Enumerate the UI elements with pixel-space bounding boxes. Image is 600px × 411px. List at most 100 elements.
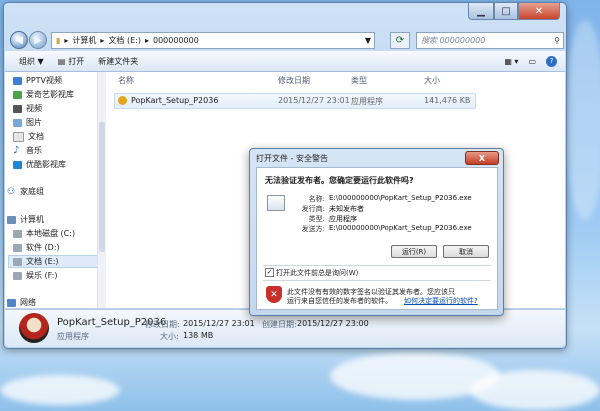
sidebar-item-label: 娱乐 (F:) — [26, 271, 58, 280]
sidebar-scrollbar[interactable] — [97, 72, 106, 308]
cancel-button[interactable]: 取消 — [443, 245, 489, 258]
sidebar-item-label: 音乐 — [26, 146, 42, 155]
maximize-button[interactable]: □ — [494, 3, 518, 20]
sidebar-item-drive-c[interactable]: 本地磁盘 (C:) — [13, 228, 75, 239]
open-icon: ▤ — [57, 56, 66, 66]
sidebar-item-label: 本地磁盘 (C:) — [26, 229, 76, 238]
cloud — [565, 20, 600, 220]
help-icon[interactable]: ? — [546, 55, 557, 67]
sidebar-item-youku[interactable]: 优酷影视库 — [13, 159, 66, 170]
folder-icon: ▮ — [56, 36, 61, 45]
navigation-pane: PPTV视频 爱奇艺影视库 视频 图片 文档 ♪ 音乐 优酷影视库 ⚇ 家庭组 … — [5, 72, 106, 308]
cloud — [470, 370, 600, 410]
file-size: 141,476 KB — [424, 96, 471, 105]
sidebar-item-videos[interactable]: 视频 — [13, 103, 42, 114]
sidebar-item-pptv[interactable]: PPTV视频 — [13, 75, 62, 86]
sidebar-item-label: 计算机 — [20, 215, 44, 224]
dialog-title: 打开文件 - 安全警告 — [256, 154, 328, 163]
sidebar-item-label: 家庭组 — [20, 187, 44, 196]
column-header-type[interactable]: 类型 — [351, 75, 367, 86]
sidebar-item-pictures[interactable]: 图片 — [13, 117, 42, 128]
sidebar-item-drive-d[interactable]: 软件 (D:) — [13, 242, 60, 253]
sidebar-item-drive-e[interactable]: 文档 (E:) — [8, 255, 100, 268]
video-library-icon — [13, 90, 22, 99]
sidebar-item-drive-f[interactable]: 娱乐 (F:) — [13, 270, 57, 281]
details-created: 2015/12/27 23:00 — [297, 319, 369, 328]
file-row[interactable]: PopKart_Setup_P2036 2015/12/27 23:01 应用程… — [114, 93, 476, 109]
breadcrumb-separator: ▸ — [100, 36, 105, 45]
breadcrumb-drive-e[interactable]: 文档 (E:) — [108, 35, 141, 46]
sidebar-item-documents[interactable]: 文档 — [13, 131, 44, 142]
sidebar-item-homegroup[interactable]: ⚇ 家庭组 — [7, 186, 44, 197]
sidebar-item-computer[interactable]: 计算机 — [7, 214, 44, 225]
details-size-label: 大小: — [160, 332, 179, 341]
dialog-body: 无法验证发布者。您确定要运行此软件吗? 名称: E:\000000000\Pop… — [256, 167, 498, 310]
always-ask-checkbox[interactable]: ✓ — [265, 268, 274, 277]
sidebar-item-label: 图片 — [26, 118, 42, 127]
forward-button[interactable]: ▶ — [29, 31, 47, 49]
warning-help-link[interactable]: 如何决定要运行的软件? — [404, 296, 478, 306]
video-icon — [13, 104, 22, 113]
name-label: 名称: — [308, 195, 325, 203]
breadcrumb-separator: ▸ — [144, 36, 149, 45]
always-ask-label[interactable]: 打开此文件前总是询问(W) — [276, 268, 358, 278]
network-icon — [7, 298, 16, 307]
sidebar-item-label: 视频 — [26, 104, 42, 113]
run-button[interactable]: 运行(R) — [391, 245, 437, 258]
from-label: 发送方: — [301, 225, 325, 233]
type-label: 类型: — [308, 215, 325, 223]
warning-text-line2: 运行来自您信任的发布者的软件。 — [287, 297, 392, 305]
refresh-icon[interactable]: ⟳ — [390, 32, 410, 49]
back-button[interactable]: ◀ — [10, 31, 28, 49]
window-controls: ▁ □ ✕ — [468, 3, 560, 20]
column-header-date[interactable]: 修改日期 — [278, 75, 310, 86]
column-header-size[interactable]: 大小 — [424, 75, 440, 86]
file-date: 2015/12/27 23:01 — [278, 96, 350, 105]
dialog-close-button[interactable]: X — [465, 151, 499, 165]
drive-icon — [13, 257, 22, 266]
drive-icon — [13, 243, 22, 252]
organize-button[interactable]: 组织 ▼ — [19, 56, 44, 67]
publisher-value: 未知发布者 — [329, 205, 364, 213]
breadcrumb-folder[interactable]: 000000000 — [153, 36, 199, 45]
column-header-name[interactable]: 名称 — [118, 75, 134, 86]
preview-pane-icon[interactable]: ▭ — [528, 57, 536, 66]
close-button[interactable]: ✕ — [518, 3, 560, 20]
publisher-label: 发行商: — [301, 205, 325, 213]
separator — [263, 280, 491, 281]
video-library-icon — [13, 160, 22, 169]
sidebar-item-label: 文档 — [28, 132, 44, 141]
search-input[interactable]: 搜索 000000000 ⚲ — [416, 32, 564, 49]
type-value: 应用程序 — [329, 215, 357, 223]
breadcrumb-separator: ▸ — [64, 36, 69, 45]
drive-icon — [13, 229, 22, 238]
from-value: E:\000000000\PopKart_Setup_P2036.exe — [329, 224, 472, 232]
document-icon — [13, 131, 24, 142]
sidebar-item-iqiyi[interactable]: 爱奇艺影视库 — [13, 89, 74, 100]
sidebar-item-music[interactable]: ♪ 音乐 — [13, 145, 42, 156]
address-bar[interactable]: ▮ ▸ 计算机 ▸ 文档 (E:) ▸ 000000000 ▼ — [51, 32, 375, 49]
sidebar-item-network[interactable]: 网络 — [7, 297, 36, 308]
address-dropdown-icon[interactable]: ▼ — [365, 36, 371, 45]
cloud — [0, 375, 120, 405]
open-label: 打开 — [68, 56, 85, 66]
open-button[interactable]: ▤ 打开 — [58, 56, 85, 67]
file-thumbnail-icon — [19, 313, 49, 343]
sidebar-item-label: 优酷影视库 — [26, 160, 66, 169]
scrollbar-thumb[interactable] — [99, 122, 105, 252]
new-folder-button[interactable]: 新建文件夹 — [98, 56, 138, 67]
search-icon[interactable]: ⚲ — [554, 36, 560, 45]
security-warning-dialog: 打开文件 - 安全警告 X 无法验证发布者。您确定要运行此软件吗? 名称: E:… — [249, 148, 504, 316]
view-options-icon[interactable]: ▦ ▾ — [504, 57, 518, 66]
computer-icon — [7, 215, 16, 224]
video-library-icon — [13, 76, 22, 85]
sidebar-item-label: 爱奇艺影视库 — [26, 90, 74, 99]
name-value: E:\000000000\PopKart_Setup_P2036.exe — [329, 194, 472, 202]
shield-warning-icon: ✕ — [266, 286, 282, 303]
breadcrumb-computer[interactable]: 计算机 — [72, 35, 96, 46]
search-placeholder: 搜索 000000000 — [421, 36, 486, 45]
file-type: 应用程序 — [351, 97, 383, 106]
details-modified: 2015/12/27 23:01 — [183, 319, 255, 328]
details-created-label: 创建日期: — [262, 320, 297, 329]
minimize-button[interactable]: ▁ — [468, 3, 494, 20]
